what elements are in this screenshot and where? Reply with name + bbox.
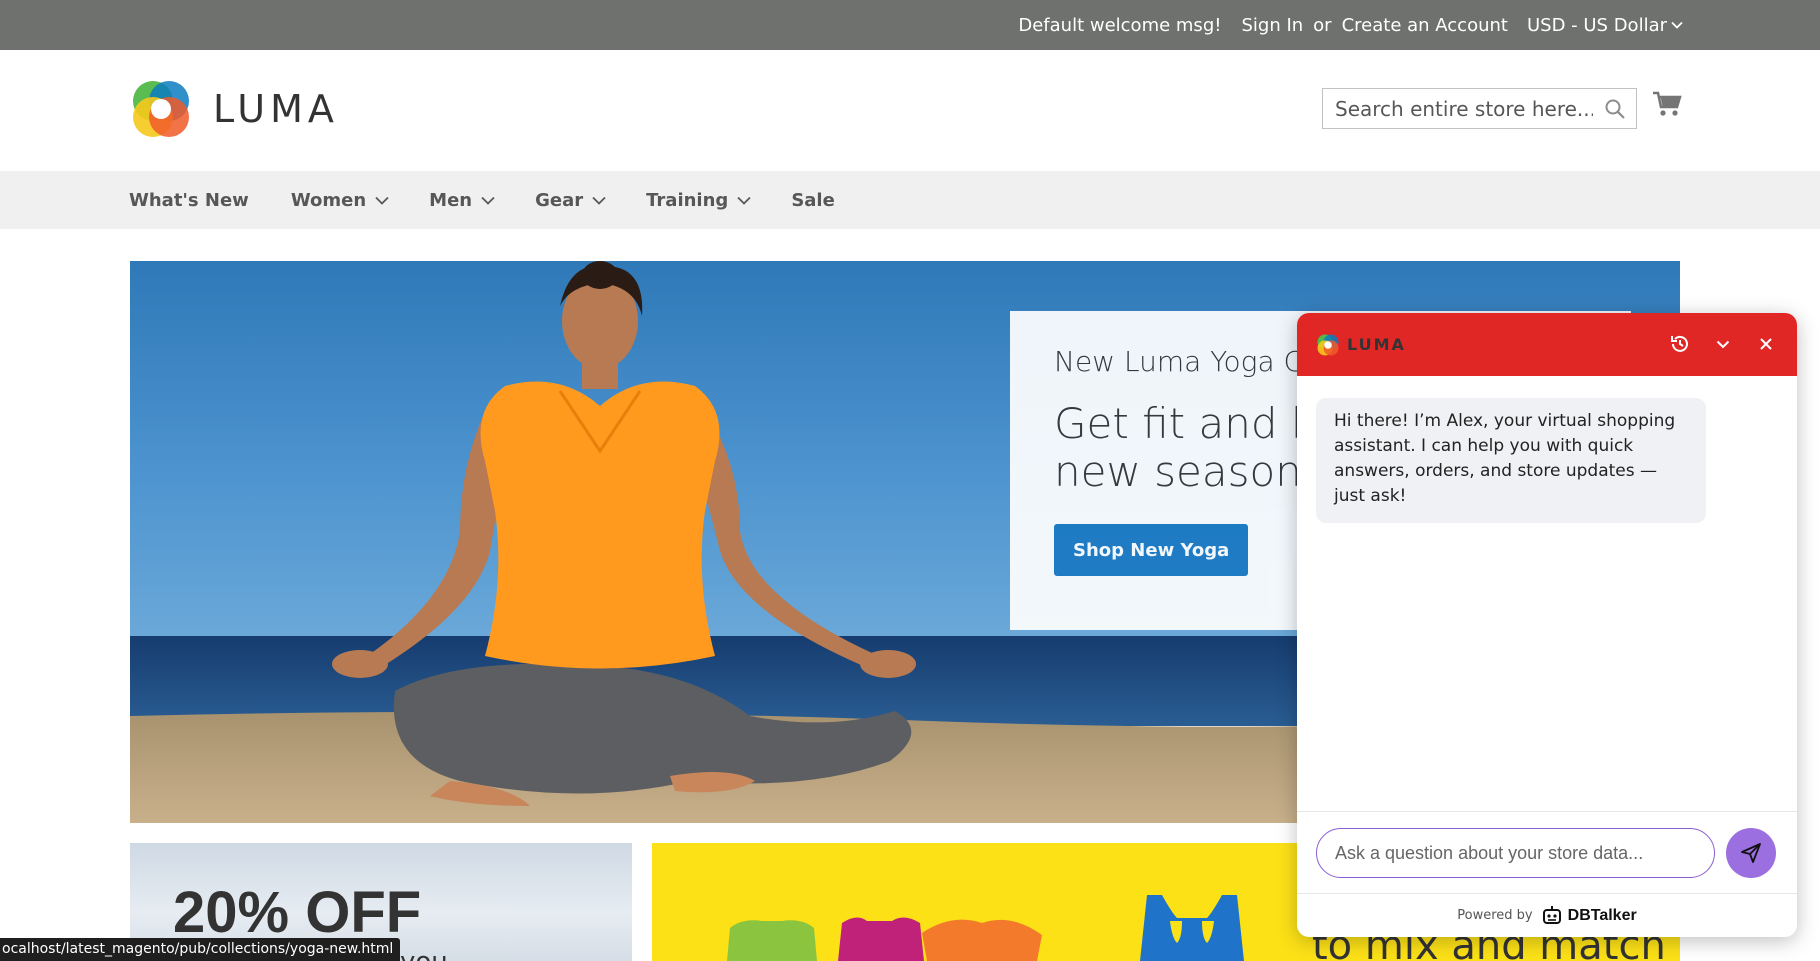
nav-item-gear[interactable]: Gear (535, 190, 606, 211)
luma-logo-icon (1317, 334, 1339, 355)
chat-input[interactable] (1316, 828, 1715, 878)
nav-item-training[interactable]: Training (646, 190, 751, 211)
nav-item-label: Women (290, 189, 367, 211)
search-input[interactable] (1323, 89, 1593, 128)
chat-close-button[interactable] (1754, 332, 1778, 356)
create-account-link[interactable]: Create an Account (1342, 15, 1508, 36)
minicart-button[interactable] (1652, 90, 1682, 122)
dbtalker-logo-icon (1542, 905, 1561, 924)
top-bar: Default welcome msg! Sign In or Create a… (0, 0, 1820, 50)
logo-text: LUMA (213, 87, 339, 131)
or-text: or (1313, 14, 1332, 36)
chevron-down-icon (1671, 21, 1683, 29)
chat-history-button[interactable] (1668, 332, 1692, 356)
chat-brand: LUMA (1347, 335, 1406, 354)
chat-messages: Hi there! I’m Alex, your virtual shoppin… (1297, 376, 1797, 836)
nav-item-men[interactable]: Men (429, 190, 495, 211)
chevron-down-icon (737, 196, 751, 205)
powered-by-text: Powered by (1457, 908, 1533, 923)
send-button[interactable] (1726, 828, 1776, 878)
welcome-message: Default welcome msg! (1018, 14, 1222, 36)
currency-label: USD - US Dollar (1526, 14, 1667, 36)
history-icon (1671, 335, 1688, 352)
assistant-message: Hi there! I’m Alex, your virtual shoppin… (1316, 398, 1706, 523)
luma-logo-icon (133, 81, 189, 137)
currency-switcher[interactable]: USD - US Dollar (1527, 15, 1683, 36)
nav-item-label: Sale (791, 189, 835, 211)
promo-headline: 20% OFF (173, 880, 422, 945)
chat-minimize-button[interactable] (1711, 332, 1735, 356)
send-icon (1741, 843, 1761, 863)
nav-item-women[interactable]: Women (291, 190, 389, 211)
page-header: LUMA (0, 50, 1820, 171)
chevron-down-icon (481, 196, 495, 205)
cart-icon (1653, 91, 1682, 116)
chat-header: LUMA (1297, 313, 1797, 376)
main-navigation: What's New Women Men Gear Training Sale (0, 171, 1820, 229)
status-bar-url: ocalhost/latest_magento/pub/collections/… (0, 938, 401, 961)
sign-in-link[interactable]: Sign In (1241, 15, 1303, 36)
search-box (1322, 88, 1637, 129)
nav-item-label: What's New (129, 189, 249, 211)
nav-item-whats-new[interactable]: What's New (129, 190, 249, 211)
nav-item-sale[interactable]: Sale (791, 190, 835, 211)
promo-partial-text: you (400, 947, 448, 961)
chat-footer: Powered by DBTalker (1297, 893, 1797, 937)
nav-item-label: Training (646, 189, 729, 211)
search-button[interactable] (1604, 98, 1626, 124)
search-icon (1605, 99, 1625, 119)
store-logo[interactable]: LUMA (129, 77, 339, 141)
nav-item-label: Men (429, 189, 473, 211)
close-icon (1760, 338, 1772, 350)
shop-new-yoga-button[interactable]: Shop New Yoga (1054, 524, 1249, 576)
header-links: Default welcome msg! Sign In or Create a… (1018, 0, 1683, 50)
chevron-down-icon (592, 196, 606, 205)
chevron-down-icon (1716, 340, 1730, 348)
chat-widget: LUMA Hi there! I’m Alex, your virtual sh… (1297, 313, 1797, 937)
chevron-down-icon (375, 196, 389, 205)
powered-by-brand[interactable]: DBTalker (1568, 907, 1637, 925)
chat-input-area (1297, 811, 1797, 893)
nav-item-label: Gear (535, 189, 584, 211)
